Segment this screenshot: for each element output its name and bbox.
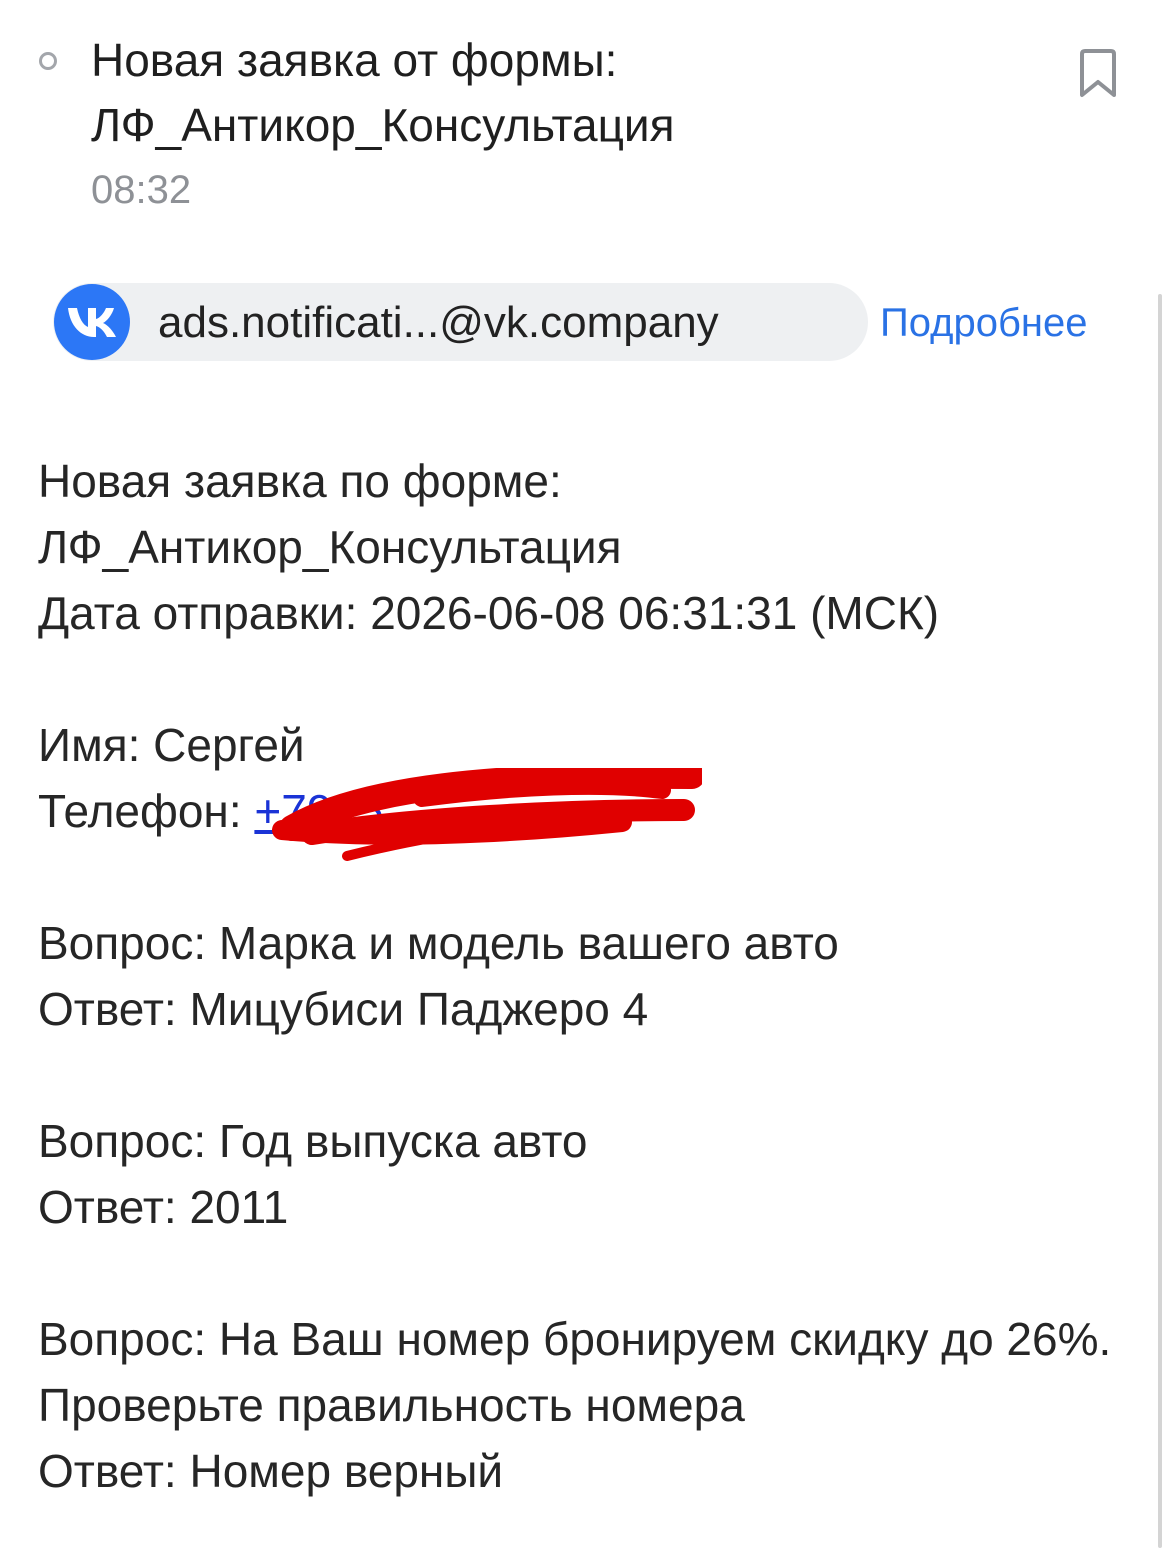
scrollbar[interactable] — [1158, 294, 1162, 1548]
qa-answer: Ответ: Мицубиси Паджеро 4 — [38, 983, 649, 1035]
phone-link[interactable]: +7915 — [254, 785, 383, 837]
subject-line-2: ЛФ_Антикор_Консультация — [91, 99, 675, 151]
sender-chip[interactable]: ads.notificati...@vk.company — [53, 283, 868, 361]
message-time: 08:32 — [91, 168, 192, 212]
message-body: Новая заявка по форме: ЛФ_Антикор_Консул… — [38, 448, 1138, 1504]
unread-indicator-icon[interactable] — [39, 52, 57, 70]
body-line-phone: Телефон: +7915 — [38, 785, 384, 837]
qa-answer: Ответ: Номер верный — [38, 1445, 504, 1497]
sender-email: ads.notificati...@vk.company — [158, 298, 719, 347]
body-line-form: Новая заявка по форме: — [38, 455, 562, 507]
details-link[interactable]: Подробнее — [880, 297, 1087, 349]
body-line-form-name: ЛФ_Антикор_Консультация — [38, 521, 622, 573]
message-subject: Новая заявка от формы: ЛФ_Антикор_Консул… — [91, 28, 991, 158]
vk-logo-icon — [54, 284, 130, 360]
sender-row: ads.notificati...@vk.company Подробнее — [53, 283, 1133, 363]
qa-question: Вопрос: Год выпуска авто — [38, 1115, 588, 1167]
body-line-name: Имя: Сергей — [38, 719, 305, 771]
qa-answer: Ответ: 2011 — [38, 1181, 289, 1233]
qa-question: Вопрос: На Ваш номер бронируем скидку до… — [38, 1313, 1112, 1431]
qa-question: Вопрос: Марка и модель вашего авто — [38, 917, 839, 969]
bookmark-icon[interactable] — [1076, 48, 1120, 100]
body-line-date: Дата отправки: 2026-06-08 06:31:31 (МСК) — [38, 587, 940, 639]
subject-line-1: Новая заявка от формы: — [91, 34, 618, 86]
message-header: Новая заявка от формы: ЛФ_Антикор_Консул… — [0, 0, 1164, 240]
